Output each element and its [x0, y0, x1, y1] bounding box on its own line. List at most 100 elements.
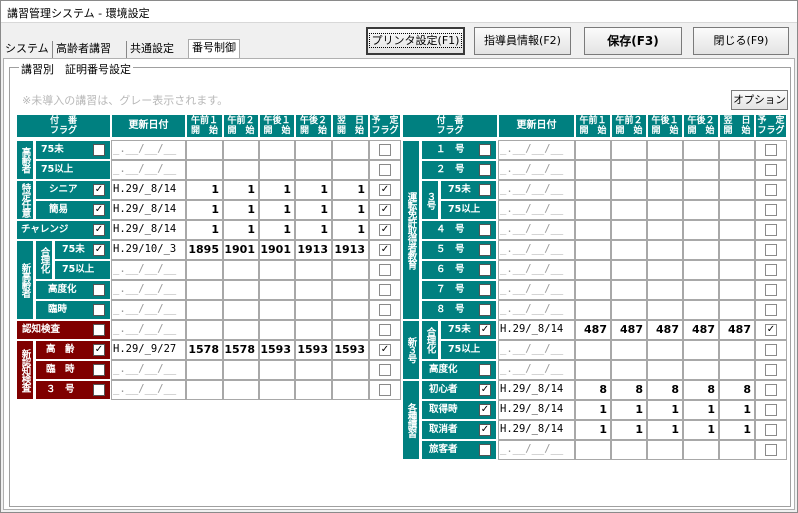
- left-row1-yotei-checkbox[interactable]: [379, 164, 391, 176]
- right-row5-next[interactable]: [719, 240, 755, 260]
- left-shin-75mi-checkbox[interactable]: ✓: [93, 244, 105, 256]
- right-row0-pm1[interactable]: [647, 140, 683, 160]
- left-row3-am2[interactable]: 1: [223, 200, 259, 220]
- right-row8-pm1[interactable]: [647, 300, 683, 320]
- right-row2-pm2[interactable]: [683, 180, 719, 200]
- left-l_rinji2-checkbox[interactable]: [93, 364, 105, 376]
- left-row2-next[interactable]: 1: [332, 180, 369, 200]
- left-row12-pm2[interactable]: [295, 380, 332, 400]
- right-row9-yotei-checkbox[interactable]: ✓: [765, 324, 777, 336]
- right-row6-pm1[interactable]: [647, 260, 683, 280]
- right-row15-pm2[interactable]: [683, 440, 719, 460]
- left-row3-date[interactable]: H.29/_8/14: [111, 200, 186, 220]
- left-row1-next[interactable]: [332, 160, 369, 180]
- right-row14-am1[interactable]: 1: [575, 420, 611, 440]
- left-row4-next[interactable]: 1: [332, 220, 369, 240]
- right-row2-am1[interactable]: [575, 180, 611, 200]
- right-row15-pm1[interactable]: [647, 440, 683, 460]
- right-row13-am2[interactable]: 1: [611, 400, 647, 420]
- left-row4-pm2[interactable]: 1: [295, 220, 332, 240]
- left-l_kodoka-checkbox[interactable]: [93, 284, 105, 296]
- right-row9-next[interactable]: 487: [719, 320, 755, 340]
- right-row15-yotei-checkbox[interactable]: [765, 444, 777, 456]
- left-row2-date[interactable]: H.29/_8/14: [111, 180, 186, 200]
- left-row0-pm2[interactable]: [295, 140, 332, 160]
- right-row9-date[interactable]: H.29/_8/14: [498, 320, 575, 340]
- right-row3-date[interactable]: _.__/__/__: [498, 200, 575, 220]
- right-row0-am2[interactable]: [611, 140, 647, 160]
- right-row1-am2[interactable]: [611, 160, 647, 180]
- right-row9-am2[interactable]: 487: [611, 320, 647, 340]
- left-row10-pm2[interactable]: 1593: [295, 340, 332, 360]
- right-row11-am1[interactable]: [575, 360, 611, 380]
- left-row3-am1[interactable]: 1: [186, 200, 223, 220]
- left-row4-am2[interactable]: 1: [223, 220, 259, 240]
- right-l_shutokuji-checkbox[interactable]: ✓: [479, 404, 491, 416]
- right-row15-am2[interactable]: [611, 440, 647, 460]
- left-row9-date[interactable]: _.__/__/__: [111, 320, 186, 340]
- right-row3-pm1[interactable]: [647, 200, 683, 220]
- left-row1-am2[interactable]: [223, 160, 259, 180]
- right-row8-am2[interactable]: [611, 300, 647, 320]
- right-l_8go-checkbox[interactable]: [479, 304, 491, 316]
- right-row2-yotei-checkbox[interactable]: [765, 184, 777, 196]
- left-row3-next[interactable]: 1: [332, 200, 369, 220]
- left-row8-date[interactable]: _.__/__/__: [111, 300, 186, 320]
- left-row12-yotei-checkbox[interactable]: [379, 384, 391, 396]
- right-row13-next[interactable]: 1: [719, 400, 755, 420]
- right-l_2go-checkbox[interactable]: [479, 164, 491, 176]
- right-row11-yotei-checkbox[interactable]: [765, 364, 777, 376]
- right-row1-date[interactable]: _.__/__/__: [498, 160, 575, 180]
- right-row12-pm1[interactable]: 8: [647, 380, 683, 400]
- left-row7-next[interactable]: [332, 280, 369, 300]
- right-row14-next[interactable]: 1: [719, 420, 755, 440]
- right-row3-am2[interactable]: [611, 200, 647, 220]
- right-l_torikeshi-checkbox[interactable]: ✓: [479, 424, 491, 436]
- right-row12-am2[interactable]: 8: [611, 380, 647, 400]
- right-row10-yotei-checkbox[interactable]: [765, 344, 777, 356]
- left-row11-pm1[interactable]: [259, 360, 295, 380]
- right-row7-pm2[interactable]: [683, 280, 719, 300]
- left-row2-pm2[interactable]: 1: [295, 180, 332, 200]
- right-row8-am1[interactable]: [575, 300, 611, 320]
- left-elderly-75mi-checkbox[interactable]: [93, 144, 105, 156]
- right-row7-am1[interactable]: [575, 280, 611, 300]
- left-l_3go-checkbox[interactable]: [93, 384, 105, 396]
- left-challenge-checkbox[interactable]: ✓: [93, 224, 105, 236]
- right-row12-am1[interactable]: 8: [575, 380, 611, 400]
- right-row13-date[interactable]: H.29/_8/14: [498, 400, 575, 420]
- right-row5-am2[interactable]: [611, 240, 647, 260]
- right-row5-pm2[interactable]: [683, 240, 719, 260]
- right-row4-am1[interactable]: [575, 220, 611, 240]
- right-row0-date[interactable]: _.__/__/__: [498, 140, 575, 160]
- right-row4-pm2[interactable]: [683, 220, 719, 240]
- right-row2-am2[interactable]: [611, 180, 647, 200]
- left-row0-am2[interactable]: [223, 140, 259, 160]
- right-shin-75mi-checkbox[interactable]: ✓: [479, 324, 491, 336]
- left-row9-am2[interactable]: [223, 320, 259, 340]
- right-row3-next[interactable]: [719, 200, 755, 220]
- right-row5-date[interactable]: _.__/__/__: [498, 240, 575, 260]
- left-l_kantan-checkbox[interactable]: ✓: [93, 204, 105, 216]
- left-row10-am1[interactable]: 1578: [186, 340, 223, 360]
- left-row4-yotei-checkbox[interactable]: ✓: [379, 224, 391, 236]
- left-row7-yotei-checkbox[interactable]: [379, 284, 391, 296]
- left-row7-am2[interactable]: [223, 280, 259, 300]
- left-row2-pm1[interactable]: 1: [259, 180, 295, 200]
- left-cognitive-checkbox[interactable]: [93, 324, 105, 336]
- right-row10-am2[interactable]: [611, 340, 647, 360]
- right-row11-pm1[interactable]: [647, 360, 683, 380]
- right-row6-date[interactable]: _.__/__/__: [498, 260, 575, 280]
- right-l_6go-checkbox[interactable]: [479, 264, 491, 276]
- right-row11-date[interactable]: _.__/__/__: [498, 360, 575, 380]
- right-l_shoshinsha-checkbox[interactable]: ✓: [479, 384, 491, 396]
- left-row11-am2[interactable]: [223, 360, 259, 380]
- left-row10-date[interactable]: H.29/_9/27: [111, 340, 186, 360]
- right-row6-next[interactable]: [719, 260, 755, 280]
- left-row12-am2[interactable]: [223, 380, 259, 400]
- right-row4-date[interactable]: _.__/__/__: [498, 220, 575, 240]
- instructor-info-button[interactable]: 指導員情報(F2): [474, 27, 571, 55]
- left-row8-am1[interactable]: [186, 300, 223, 320]
- right-row9-pm1[interactable]: 487: [647, 320, 683, 340]
- right-row9-pm2[interactable]: 487: [683, 320, 719, 340]
